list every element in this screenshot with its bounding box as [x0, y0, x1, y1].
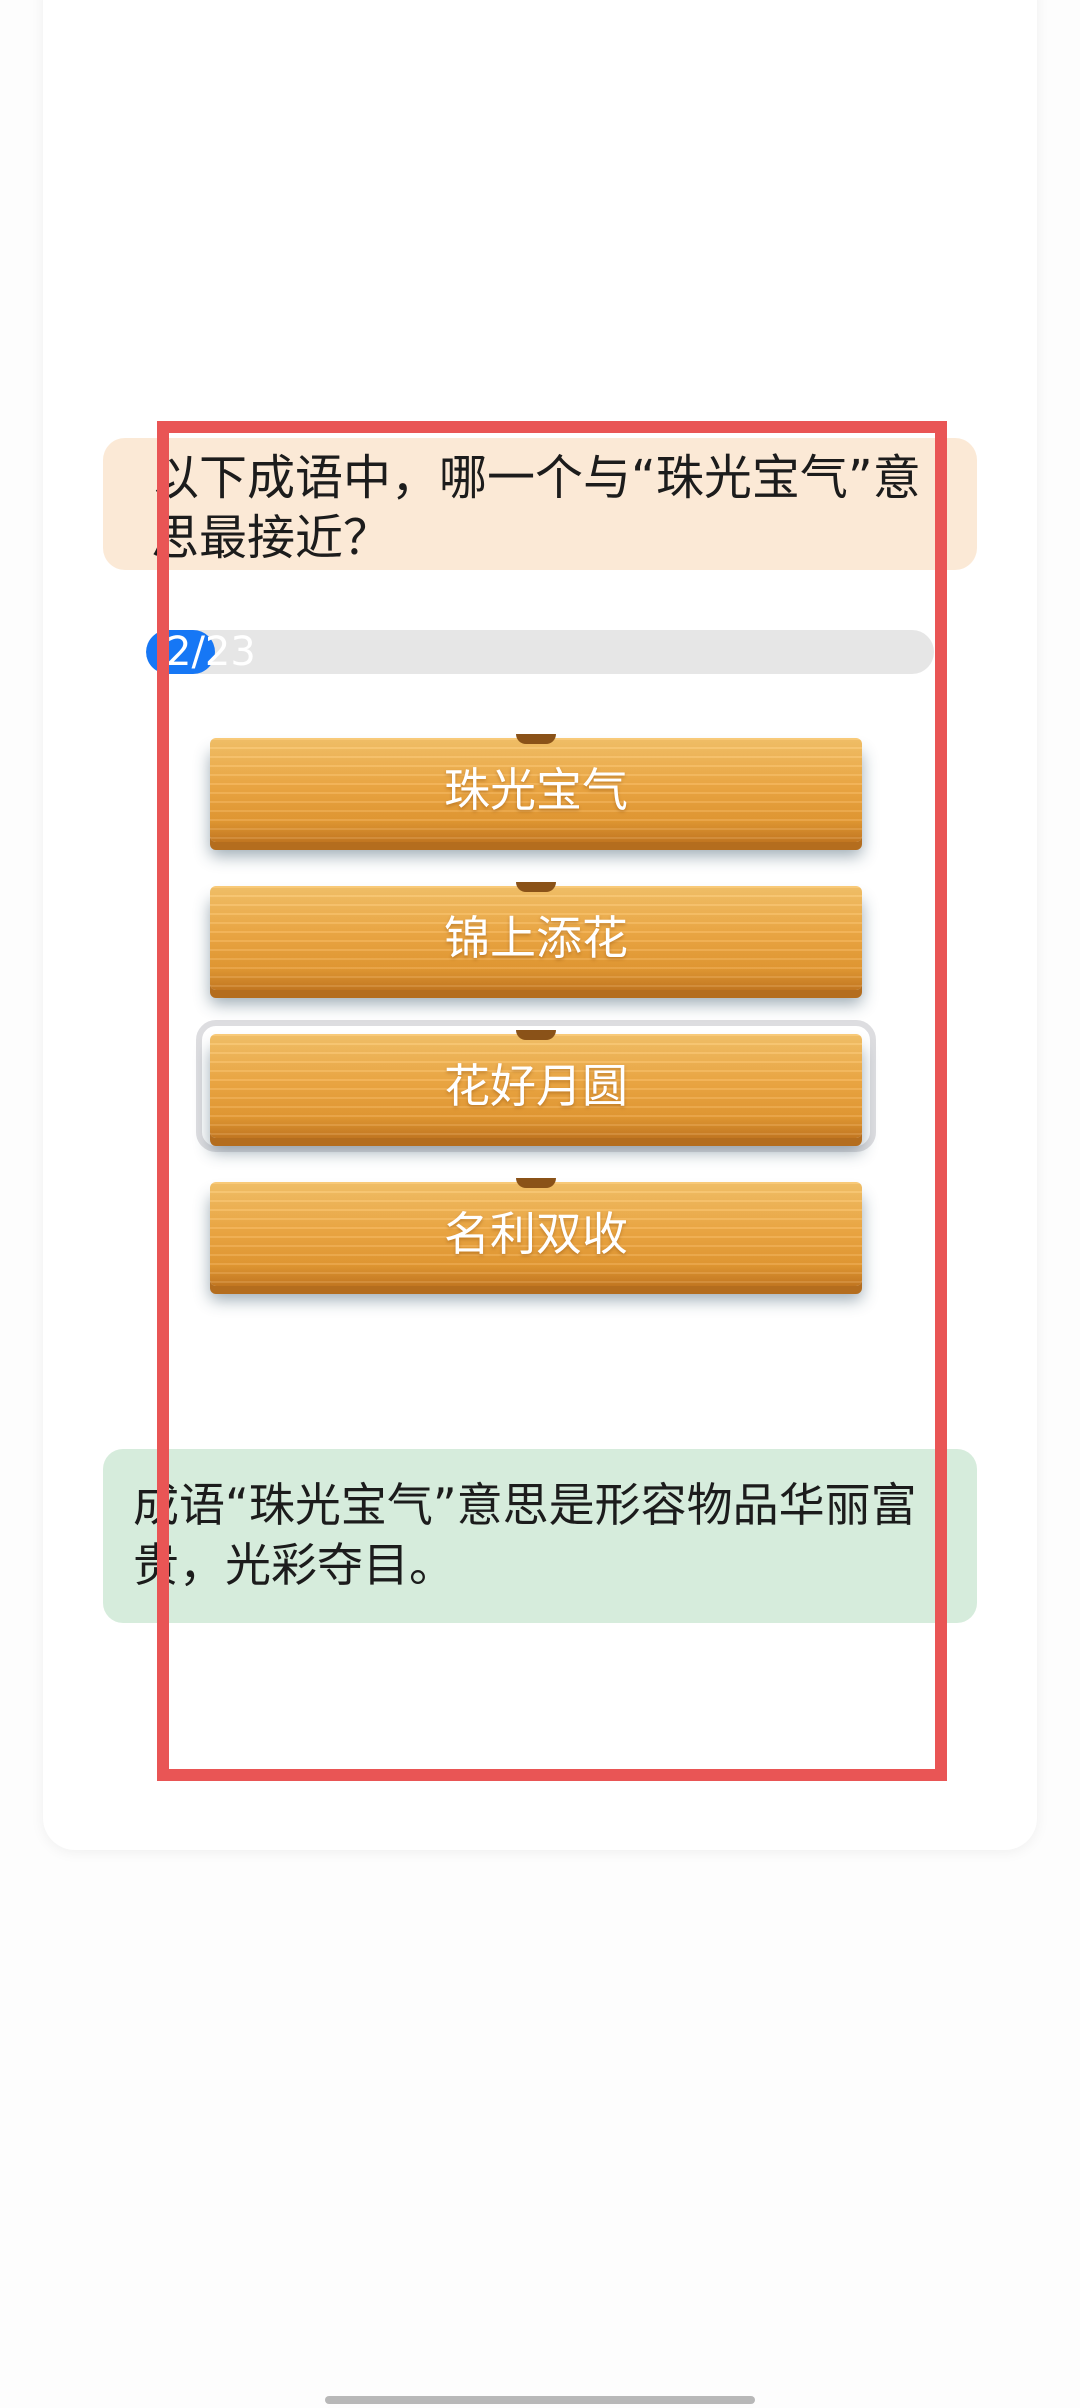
option-button-1[interactable]: 珠光宝气	[210, 734, 862, 842]
option-button-2[interactable]: 锦上添花	[210, 882, 862, 990]
option-button-4[interactable]: 名利双收	[210, 1178, 862, 1286]
next-button[interactable]	[470, 1715, 610, 1775]
option-label: 花好月圆	[444, 1059, 628, 1113]
question-box: 以下成语中，哪一个与“珠光宝气”意思最接近？	[103, 438, 977, 570]
options-list: 珠光宝气 锦上添花 花好月圆 名利双收	[196, 734, 876, 1330]
progress-label: 2/23	[166, 630, 256, 674]
option-label: 名利双收	[444, 1207, 628, 1261]
progress-bar: 2/23	[146, 630, 934, 674]
option-button-3[interactable]: 花好月圆	[196, 1020, 876, 1152]
home-indicator[interactable]	[325, 2396, 755, 2404]
question-text: 以下成语中，哪一个与“珠光宝气”意思最接近？	[151, 450, 921, 566]
option-label: 锦上添花	[444, 911, 628, 965]
option-label: 珠光宝气	[444, 763, 628, 817]
explanation-box: 成语“珠光宝气”意思是形容物品华丽富贵，光彩夺目。	[103, 1449, 977, 1623]
explanation-text: 成语“珠光宝气”意思是形容物品华丽富贵，光彩夺目。	[133, 1478, 917, 1592]
